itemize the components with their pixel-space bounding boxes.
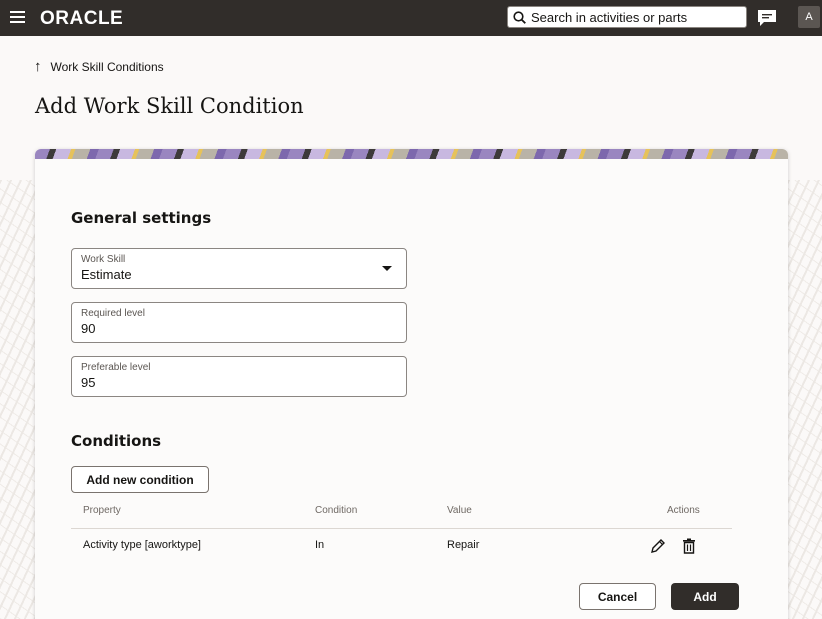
- column-header-value: Value: [447, 505, 472, 516]
- preferable-level-value: 95: [81, 375, 96, 390]
- required-level-field[interactable]: Required level 90: [71, 302, 407, 343]
- card-banner: [35, 149, 788, 159]
- add-new-condition-button[interactable]: Add new condition: [71, 466, 209, 493]
- row-condition: In: [315, 539, 325, 551]
- work-skill-label: Work Skill: [81, 254, 126, 265]
- search-box[interactable]: [507, 6, 747, 28]
- breadcrumb[interactable]: ↑ Work Skill Conditions: [34, 58, 164, 75]
- page-title: Add Work Skill Condition: [35, 94, 304, 118]
- oracle-logo: ORACLE: [40, 8, 124, 29]
- work-skill-value: Estimate: [81, 267, 132, 282]
- required-level-value: 90: [81, 321, 96, 336]
- search-icon: [513, 10, 526, 24]
- column-header-property: Property: [83, 505, 121, 516]
- work-skill-select[interactable]: Work Skill Estimate: [71, 248, 407, 289]
- conditions-table: Property Condition Value Actions Activit…: [71, 498, 732, 564]
- delete-trash-icon[interactable]: [680, 537, 698, 555]
- required-level-label: Required level: [81, 308, 145, 319]
- chevron-down-icon: [382, 266, 392, 271]
- background-pattern-left: [0, 180, 36, 619]
- form-card: General settings Work Skill Estimate Req…: [35, 149, 788, 619]
- row-property: Activity type [aworktype]: [83, 539, 201, 551]
- chat-icon[interactable]: [757, 9, 777, 27]
- general-settings-title: General settings: [71, 209, 212, 227]
- edit-pencil-icon[interactable]: [649, 537, 667, 555]
- background-pattern-right: [788, 180, 822, 619]
- arrow-up-icon: ↑: [34, 58, 42, 75]
- avatar[interactable]: A: [798, 6, 820, 28]
- hamburger-menu-icon[interactable]: [10, 11, 25, 23]
- table-header: Property Condition Value Actions: [71, 498, 732, 529]
- preferable-level-field[interactable]: Preferable level 95: [71, 356, 407, 397]
- conditions-title: Conditions: [71, 432, 162, 450]
- column-header-actions: Actions: [667, 505, 700, 516]
- table-row: Activity type [aworktype] In Repair: [71, 529, 732, 564]
- cancel-button[interactable]: Cancel: [579, 583, 656, 610]
- top-bar: ORACLE A: [0, 0, 822, 36]
- row-value: Repair: [447, 539, 480, 551]
- breadcrumb-label: Work Skill Conditions: [50, 60, 164, 74]
- add-button[interactable]: Add: [671, 583, 739, 610]
- search-input[interactable]: [531, 9, 741, 25]
- preferable-level-label: Preferable level: [81, 362, 151, 373]
- column-header-condition: Condition: [315, 505, 358, 516]
